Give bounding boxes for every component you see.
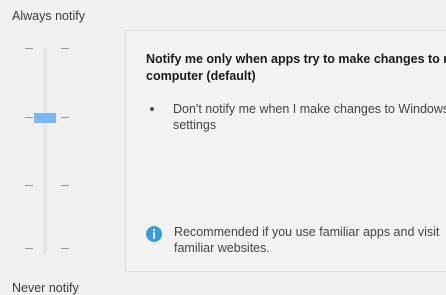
slider-tick-2-right — [61, 117, 69, 118]
slider-tick-1-left — [25, 48, 33, 49]
setting-title-line-1: Notify me only when apps try to make cha… — [146, 52, 446, 66]
bullet-text: Don't notify me when I make changes to W… — [173, 102, 446, 132]
recommendation-text: Recommended if you use familiar apps and… — [174, 225, 440, 255]
slider-tick-4-left — [25, 248, 33, 249]
always-notify-label: Always notify — [12, 9, 85, 23]
setting-description-panel: Notify me only when apps try to make cha… — [125, 30, 446, 272]
setting-title-line-2: computer (default) — [146, 69, 256, 83]
bullet-dot-icon — [150, 107, 154, 111]
info-icon — [146, 226, 162, 242]
slider-tick-4-right — [61, 248, 69, 249]
slider-track[interactable] — [43, 48, 47, 254]
slider-tick-3-right — [61, 185, 69, 186]
notification-level-slider[interactable] — [20, 40, 76, 260]
setting-title: Notify me only when apps try to make cha… — [146, 51, 446, 85]
slider-tick-2-left — [25, 117, 33, 118]
never-notify-label: Never notify — [12, 281, 79, 295]
slider-tick-3-left — [25, 185, 33, 186]
uac-settings-dialog: Always notify Never notify Notify me onl… — [0, 0, 446, 295]
slider-tick-1-right — [61, 48, 69, 49]
slider-thumb[interactable] — [34, 113, 56, 123]
